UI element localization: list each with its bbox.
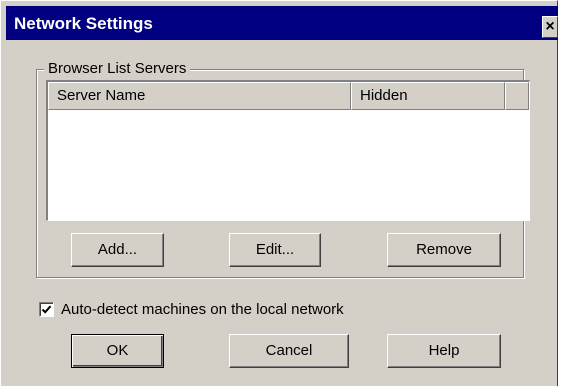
title-bar[interactable]: Network Settings × bbox=[6, 6, 558, 40]
cancel-button-label: Cancel bbox=[265, 342, 313, 359]
network-settings-dialog: Network Settings × Browser List Servers … bbox=[0, 0, 558, 386]
help-button[interactable]: Help bbox=[387, 334, 501, 368]
auto-detect-label: Auto-detect machines on the local networ… bbox=[61, 301, 344, 318]
column-header-server-name[interactable]: Server Name bbox=[48, 82, 351, 110]
column-header-hidden[interactable]: Hidden bbox=[351, 82, 505, 110]
remove-button[interactable]: Remove bbox=[387, 233, 501, 267]
edit-button-label: Edit... bbox=[255, 241, 295, 258]
group-label: Browser List Servers bbox=[44, 60, 191, 78]
close-button[interactable]: × bbox=[542, 16, 558, 38]
list-header: Server Name Hidden bbox=[48, 82, 529, 110]
checkmark-icon bbox=[41, 305, 52, 314]
dialog-title: Network Settings bbox=[14, 14, 153, 33]
close-icon: × bbox=[545, 18, 555, 35]
add-button[interactable]: Add... bbox=[71, 233, 164, 267]
add-button-label: Add... bbox=[97, 241, 138, 258]
column-header-filler bbox=[505, 82, 529, 110]
ok-button[interactable]: OK bbox=[71, 334, 164, 368]
cancel-button[interactable]: Cancel bbox=[229, 334, 349, 368]
server-list[interactable]: Server Name Hidden bbox=[46, 80, 530, 221]
help-button-label: Help bbox=[428, 342, 460, 359]
remove-button-label: Remove bbox=[416, 241, 472, 258]
ok-button-label: OK bbox=[106, 342, 129, 359]
list-body[interactable] bbox=[48, 110, 529, 220]
edit-button[interactable]: Edit... bbox=[229, 233, 321, 267]
auto-detect-checkbox[interactable] bbox=[39, 302, 54, 317]
